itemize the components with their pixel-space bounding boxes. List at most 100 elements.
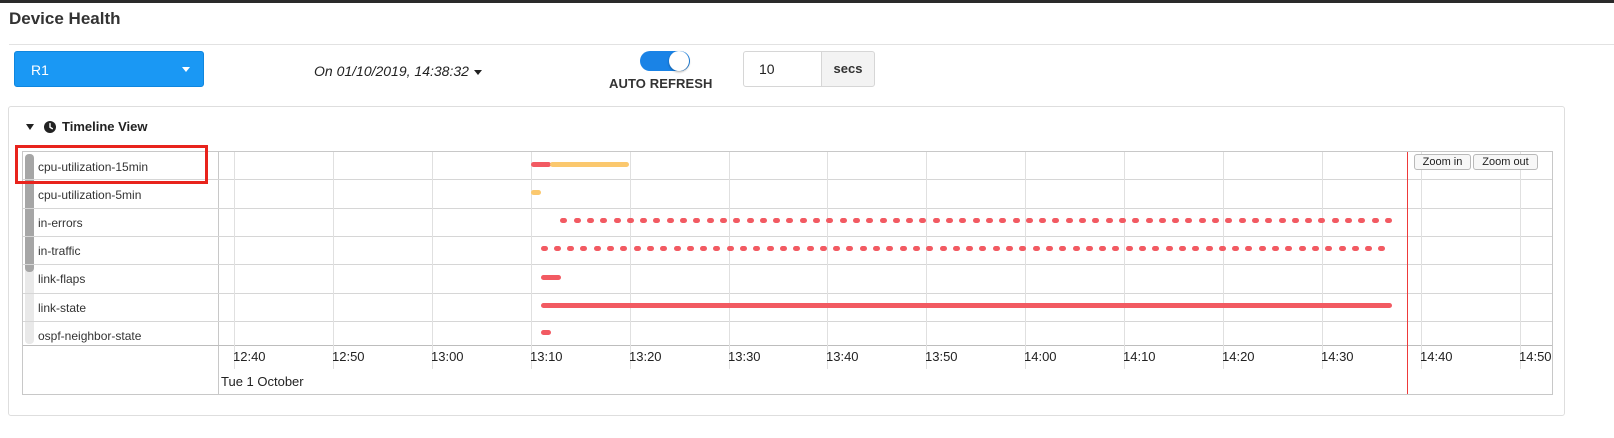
event-dash[interactable] xyxy=(800,218,807,223)
event-dash[interactable] xyxy=(979,246,986,251)
event-dash[interactable] xyxy=(1079,218,1086,223)
event-dash[interactable] xyxy=(1345,218,1352,223)
event-dash[interactable] xyxy=(1318,218,1325,223)
event-dash[interactable] xyxy=(753,246,760,251)
event-dash[interactable] xyxy=(966,246,973,251)
event-dash[interactable] xyxy=(933,218,940,223)
event-dash[interactable] xyxy=(1006,246,1013,251)
auto-refresh-toggle[interactable] xyxy=(640,51,690,71)
event-dash[interactable] xyxy=(786,218,793,223)
event-dash[interactable] xyxy=(1312,246,1319,251)
event-bar[interactable] xyxy=(531,162,551,167)
event-dash[interactable] xyxy=(1245,246,1252,251)
event-dash[interactable] xyxy=(587,218,594,223)
event-dash[interactable] xyxy=(541,246,548,251)
event-dash[interactable] xyxy=(1039,218,1046,223)
date-picker[interactable]: On 01/10/2019, 14:38:32 xyxy=(314,63,482,79)
event-dash[interactable] xyxy=(926,246,933,251)
event-dash[interactable] xyxy=(1372,218,1379,223)
event-bar[interactable] xyxy=(541,330,551,335)
event-dash[interactable] xyxy=(1179,246,1186,251)
zoom-in-button[interactable]: Zoom in xyxy=(1414,154,1471,170)
event-dash[interactable] xyxy=(1166,246,1173,251)
event-dash[interactable] xyxy=(1365,246,1372,251)
event-dash[interactable] xyxy=(680,218,687,223)
event-dash[interactable] xyxy=(1066,218,1073,223)
event-bar[interactable] xyxy=(541,303,1392,308)
event-dash[interactable] xyxy=(873,246,880,251)
event-dash[interactable] xyxy=(1192,246,1199,251)
event-dash[interactable] xyxy=(727,246,734,251)
event-dash[interactable] xyxy=(826,218,833,223)
timeline-chart[interactable]: cpu-utilization-15min cpu-utilization-5m… xyxy=(22,151,1553,395)
event-dash[interactable] xyxy=(700,246,707,251)
event-dash[interactable] xyxy=(1206,246,1213,251)
event-dash[interactable] xyxy=(1112,246,1119,251)
event-dash[interactable] xyxy=(1119,218,1126,223)
event-dash[interactable] xyxy=(1092,218,1099,223)
refresh-interval-input[interactable] xyxy=(743,51,822,87)
event-bar[interactable] xyxy=(531,190,541,195)
event-dash[interactable] xyxy=(747,218,754,223)
event-dash[interactable] xyxy=(1132,218,1139,223)
event-dash[interactable] xyxy=(607,246,614,251)
event-dash[interactable] xyxy=(780,246,787,251)
event-dash[interactable] xyxy=(687,246,694,251)
event-dash[interactable] xyxy=(866,218,873,223)
event-dash[interactable] xyxy=(1265,218,1272,223)
event-dash[interactable] xyxy=(860,246,867,251)
timeline-view-header[interactable]: Timeline View xyxy=(26,119,148,134)
event-dash[interactable] xyxy=(1299,246,1306,251)
event-dash[interactable] xyxy=(713,246,720,251)
event-dash[interactable] xyxy=(1052,218,1059,223)
event-dash[interactable] xyxy=(707,218,714,223)
event-dash[interactable] xyxy=(886,246,893,251)
event-bar[interactable] xyxy=(541,275,561,280)
event-dash[interactable] xyxy=(567,246,574,251)
event-dash[interactable] xyxy=(667,218,674,223)
event-dash[interactable] xyxy=(1225,218,1232,223)
event-dash[interactable] xyxy=(773,218,780,223)
event-dash[interactable] xyxy=(554,246,561,251)
event-dash[interactable] xyxy=(1352,246,1359,251)
event-dash[interactable] xyxy=(1013,218,1020,223)
event-dash[interactable] xyxy=(1106,218,1113,223)
event-dash[interactable] xyxy=(993,246,1000,251)
event-dash[interactable] xyxy=(614,218,621,223)
event-dash[interactable] xyxy=(574,218,581,223)
event-dash[interactable] xyxy=(740,246,747,251)
event-dash[interactable] xyxy=(1219,246,1226,251)
event-dash[interactable] xyxy=(1026,218,1033,223)
event-dash[interactable] xyxy=(1212,218,1219,223)
event-dash[interactable] xyxy=(760,218,767,223)
event-dash[interactable] xyxy=(906,218,913,223)
event-dash[interactable] xyxy=(1073,246,1080,251)
event-dash[interactable] xyxy=(627,218,634,223)
event-dash[interactable] xyxy=(647,246,654,251)
event-dash[interactable] xyxy=(807,246,814,251)
event-dash[interactable] xyxy=(820,246,827,251)
event-dash[interactable] xyxy=(594,246,601,251)
event-dash[interactable] xyxy=(793,246,800,251)
event-dash[interactable] xyxy=(1339,246,1346,251)
event-dash[interactable] xyxy=(1159,218,1166,223)
event-dash[interactable] xyxy=(1239,218,1246,223)
event-dash[interactable] xyxy=(999,218,1006,223)
event-dash[interactable] xyxy=(959,218,966,223)
event-dash[interactable] xyxy=(1146,218,1153,223)
event-dash[interactable] xyxy=(953,246,960,251)
device-select[interactable]: R1 xyxy=(14,51,204,87)
event-dash[interactable] xyxy=(1033,246,1040,251)
event-bar[interactable] xyxy=(550,162,629,167)
event-dash[interactable] xyxy=(973,218,980,223)
event-dash[interactable] xyxy=(853,218,860,223)
event-dash[interactable] xyxy=(653,218,660,223)
event-dash[interactable] xyxy=(880,218,887,223)
event-dash[interactable] xyxy=(1172,218,1179,223)
event-dash[interactable] xyxy=(1099,246,1106,251)
zoom-out-button[interactable]: Zoom out xyxy=(1473,154,1538,170)
event-dash[interactable] xyxy=(733,218,740,223)
event-dash[interactable] xyxy=(1126,246,1133,251)
event-dash[interactable] xyxy=(1086,246,1093,251)
event-dash[interactable] xyxy=(674,246,681,251)
